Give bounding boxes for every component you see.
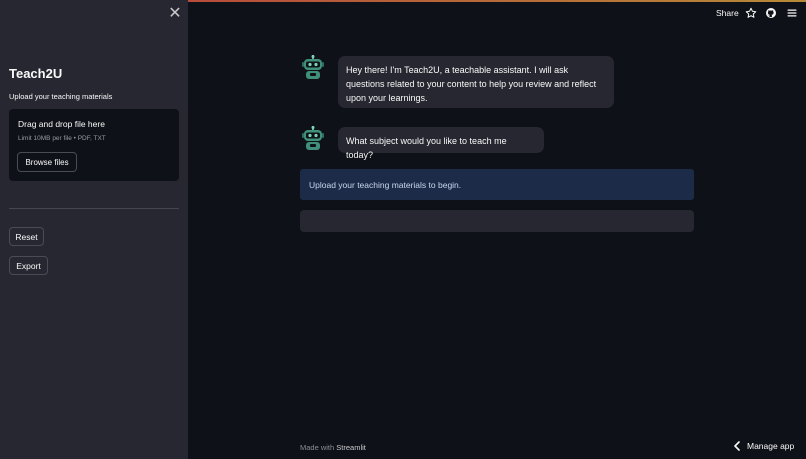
share-button[interactable]: Share — [716, 8, 739, 18]
export-button[interactable]: Export — [9, 256, 48, 275]
made-with-text: Made with — [300, 443, 335, 452]
github-icon[interactable] — [765, 7, 777, 19]
chat-message-bubble: What subject would you like to teach me … — [338, 127, 544, 160]
close-sidebar-button[interactable]: ✕ — [167, 6, 183, 22]
sidebar: ✕ Teach2U Upload your teaching materials… — [0, 0, 188, 459]
menu-icon[interactable] — [786, 7, 798, 19]
info-alert: Upload your teaching materials to begin. — [300, 169, 694, 200]
star-icon[interactable] — [745, 7, 757, 19]
close-icon: ✕ — [168, 5, 182, 22]
browse-files-button[interactable]: Browse files — [17, 152, 77, 172]
app-title: Teach2U — [9, 66, 63, 81]
reset-button[interactable]: Reset — [9, 227, 44, 246]
manage-app-button[interactable]: Manage app — [733, 441, 794, 451]
dropzone-title: Drag and drop file here — [18, 119, 105, 129]
chat-message-bubble: Hey there! I'm Teach2U, a teachable assi… — [338, 56, 614, 108]
chat-input[interactable] — [300, 210, 694, 232]
manage-app-label: Manage app — [747, 441, 795, 451]
upload-label: Upload your teaching materials — [9, 92, 113, 101]
sidebar-divider — [9, 208, 179, 209]
dropzone-subtitle: Limit 10MB per file • PDF, TXT — [18, 135, 106, 142]
file-dropzone[interactable]: Drag and drop file here Limit 10MB per f… — [9, 109, 179, 181]
streamlit-link[interactable]: Streamlit — [336, 443, 366, 452]
footer: Made with Streamlit — [300, 443, 366, 452]
robot-avatar-icon — [302, 126, 324, 150]
robot-avatar-icon — [302, 55, 324, 79]
chevron-left-icon — [734, 441, 740, 451]
